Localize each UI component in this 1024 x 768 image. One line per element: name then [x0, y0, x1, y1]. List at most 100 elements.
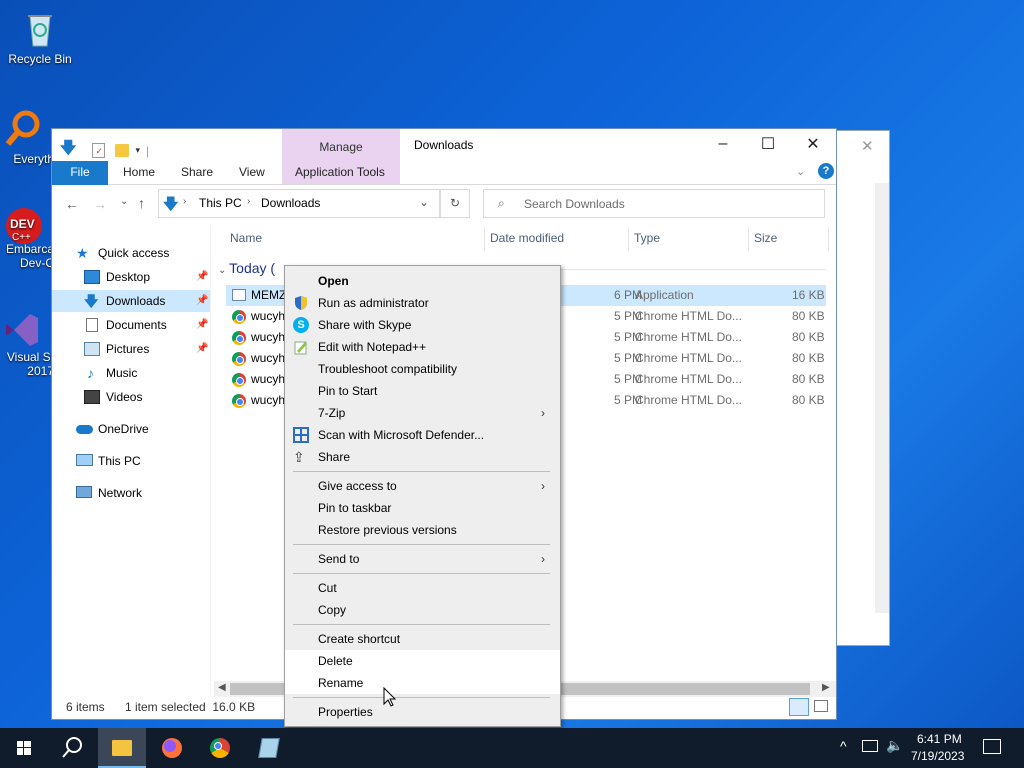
tab-file[interactable]: File: [52, 161, 108, 185]
column-header-name[interactable]: Name: [230, 231, 262, 245]
menu-item-restore-versions[interactable]: Restore previous versions: [285, 519, 560, 541]
new-folder-icon[interactable]: [115, 144, 130, 157]
application-icon: [232, 289, 246, 301]
start-button[interactable]: [0, 728, 48, 768]
menu-item-share-skype[interactable]: S Share with Skype: [285, 314, 560, 336]
breadcrumb-downloads[interactable]: Downloads: [261, 196, 320, 210]
clock-date[interactable]: 7/19/2023: [911, 749, 964, 763]
scroll-left-icon[interactable]: ◀: [218, 682, 226, 693]
close-button[interactable]: ✕: [790, 129, 836, 159]
recent-chevron-icon[interactable]: ⌄: [120, 196, 128, 207]
selection-info: 1 item selected 16.0 KB: [125, 700, 256, 714]
scroll-right-icon[interactable]: ▶: [822, 682, 830, 693]
scrollbar[interactable]: [875, 183, 889, 613]
column-divider[interactable]: [748, 227, 749, 251]
chevron-down-icon[interactable]: ▾: [135, 145, 140, 156]
menu-item-give-access[interactable]: Give access to ›: [285, 475, 560, 497]
clock-time[interactable]: 6:41 PM: [917, 732, 962, 746]
address-bar[interactable]: 🡇 › This PC › Downloads ⌄: [158, 189, 440, 218]
column-divider[interactable]: [484, 227, 485, 251]
desktop-icon-everything[interactable]: Everyth: [0, 108, 54, 166]
group-header-today[interactable]: ⌄ Today (: [218, 260, 275, 276]
menu-item-share[interactable]: ⇪ Share: [285, 446, 560, 468]
nav-label: Desktop: [106, 270, 151, 284]
menu-item-delete[interactable]: Delete: [285, 650, 560, 672]
large-icons-view-button[interactable]: [814, 700, 828, 712]
taskbar-firefox[interactable]: [148, 728, 196, 768]
maximize-button[interactable]: ☐: [745, 129, 791, 159]
chevron-right-icon: ›: [541, 406, 545, 420]
tab-application-tools[interactable]: Application Tools: [285, 161, 395, 184]
menu-item-pin-start[interactable]: Pin to Start: [285, 380, 560, 402]
menu-item-rename[interactable]: Rename: [285, 672, 560, 694]
column-divider[interactable]: [828, 227, 829, 251]
refresh-button[interactable]: ↻: [440, 189, 470, 218]
column-header-size[interactable]: Size: [754, 231, 777, 245]
taskbar-file-explorer[interactable]: [98, 728, 146, 768]
minimize-button[interactable]: –: [700, 129, 746, 159]
menu-item-run-as-admin[interactable]: Run as administrator: [285, 292, 560, 314]
cloud-icon: [76, 425, 93, 434]
forward-arrow-icon[interactable]: →: [93, 196, 107, 212]
nav-desktop[interactable]: Desktop 📌: [52, 266, 210, 288]
videos-icon: [84, 390, 100, 404]
menu-item-copy[interactable]: Copy: [285, 599, 560, 621]
breadcrumb-separator-icon[interactable]: ›: [183, 196, 186, 207]
back-arrow-icon[interactable]: ←: [65, 196, 79, 212]
nav-this-pc[interactable]: This PC: [52, 450, 210, 472]
tab-view[interactable]: View: [229, 161, 275, 185]
tab-home[interactable]: Home: [113, 161, 165, 185]
download-arrow-icon[interactable]: 🡇: [60, 137, 76, 164]
up-arrow-icon[interactable]: ↑: [138, 195, 145, 211]
nav-onedrive[interactable]: OneDrive: [52, 418, 210, 440]
menu-item-7zip[interactable]: 7-Zip ›: [285, 402, 560, 424]
volume-muted-icon[interactable]: 🔈: [886, 737, 903, 754]
nav-scrollbar[interactable]: [210, 225, 211, 695]
tab-share[interactable]: Share: [171, 161, 223, 185]
menu-item-create-shortcut[interactable]: Create shortcut: [285, 628, 560, 650]
nav-pictures[interactable]: Pictures 📌: [52, 338, 210, 360]
breadcrumb-this-pc[interactable]: This PC: [199, 196, 242, 210]
file-size: 80 KB: [792, 309, 825, 323]
menu-item-properties[interactable]: Properties: [285, 701, 560, 723]
column-header-type[interactable]: Type: [634, 231, 660, 245]
menu-item-notepadpp[interactable]: Edit with Notepad++: [285, 336, 560, 358]
menu-separator: [293, 573, 550, 574]
pin-icon: 📌: [196, 343, 209, 354]
menu-item-send-to[interactable]: Send to ›: [285, 548, 560, 570]
taskbar-app[interactable]: [246, 728, 294, 768]
pin-icon: 📌: [196, 319, 209, 330]
properties-icon[interactable]: ✓: [92, 143, 106, 158]
menu-item-troubleshoot[interactable]: Troubleshoot compatibility: [285, 358, 560, 380]
network-status-icon[interactable]: [862, 740, 878, 752]
nav-downloads[interactable]: 🡇 Downloads 📌: [52, 290, 210, 312]
column-divider[interactable]: [628, 227, 629, 251]
notifications-icon[interactable]: [983, 739, 1001, 754]
nav-videos[interactable]: Videos: [52, 386, 210, 408]
nav-music[interactable]: ♪ Music: [52, 362, 210, 384]
menu-item-pin-taskbar[interactable]: Pin to taskbar: [285, 497, 560, 519]
search-button[interactable]: [48, 728, 96, 768]
chrome-icon: [232, 394, 246, 408]
details-view-button[interactable]: [789, 698, 809, 716]
desktop-icon-visual-studio[interactable]: Visual St 2017: [0, 310, 54, 378]
show-hidden-icons-chevron-icon[interactable]: ^: [840, 738, 847, 754]
nav-network[interactable]: Network: [52, 482, 210, 504]
search-input[interactable]: ⌕ Search Downloads: [483, 189, 825, 218]
downloads-arrow-icon: 🡇: [163, 196, 179, 213]
nav-quick-access[interactable]: ★ Quick access: [52, 242, 210, 264]
help-icon[interactable]: ?: [818, 163, 834, 179]
nav-label: Quick access: [98, 246, 170, 260]
ribbon-expand-chevron-icon[interactable]: ⌄: [796, 165, 805, 178]
desktop-icon-recycle-bin[interactable]: Recycle Bin: [0, 8, 80, 66]
desktop-icon-devcpp[interactable]: DEV C++ Embarca Dev-C: [0, 206, 54, 270]
address-dropdown-chevron-icon[interactable]: ⌄: [419, 195, 429, 209]
taskbar-chrome[interactable]: [196, 728, 244, 768]
menu-item-open[interactable]: Open: [285, 270, 560, 292]
close-icon[interactable]: ✕: [861, 137, 874, 155]
breadcrumb-separator-icon[interactable]: ›: [247, 196, 250, 207]
menu-item-defender[interactable]: Scan with Microsoft Defender...: [285, 424, 560, 446]
menu-item-cut[interactable]: Cut: [285, 577, 560, 599]
column-header-date[interactable]: Date modified: [490, 231, 564, 245]
nav-documents[interactable]: Documents 📌: [52, 314, 210, 336]
